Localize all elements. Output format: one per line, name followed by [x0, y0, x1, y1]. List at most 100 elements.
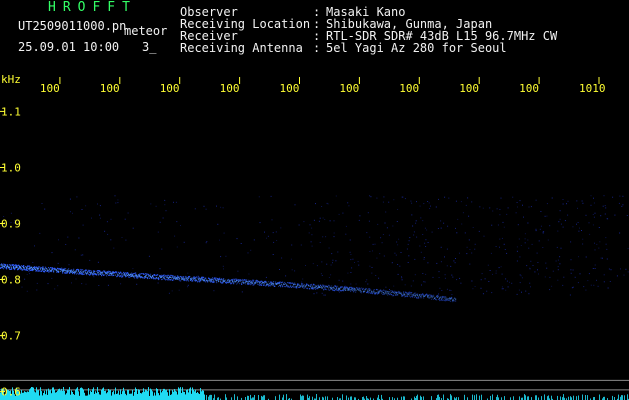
- noise-band-bar: [165, 390, 166, 400]
- echo-point: [239, 283, 241, 285]
- noise-speckle: [610, 269, 612, 271]
- noise-speckle: [600, 215, 602, 217]
- echo-point: [135, 272, 137, 274]
- noise-speckle: [427, 201, 429, 202]
- echo-point: [350, 290, 352, 292]
- noise-speckle: [454, 262, 456, 264]
- noise-band-bar: [519, 396, 520, 400]
- noise-band-bar: [157, 389, 158, 400]
- echo-point: [282, 286, 284, 288]
- noise-band-bar: [140, 393, 141, 400]
- noise-speckle: [517, 224, 519, 226]
- noise-speckle: [540, 211, 542, 212]
- noise-band-bar: [254, 395, 255, 400]
- echo-point: [404, 293, 406, 295]
- y-axis-label: kHz: [1, 73, 21, 86]
- noise-speckle: [530, 206, 532, 208]
- noise-speckle: [110, 239, 112, 241]
- noise-speckle: [414, 274, 416, 276]
- noise-band-bar: [89, 394, 90, 400]
- noise-speckle: [342, 280, 344, 282]
- noise-band-bar: [563, 394, 564, 400]
- noise-speckle: [58, 239, 59, 241]
- noise-speckle: [371, 267, 373, 268]
- echo-point: [366, 288, 368, 290]
- noise-band-bar: [81, 387, 82, 400]
- noise-band-bar: [46, 389, 47, 400]
- noise-speckle: [348, 205, 350, 207]
- noise-speckle: [446, 248, 448, 250]
- noise-band-bar: [47, 394, 48, 400]
- noise-band-bar: [535, 395, 536, 400]
- echo-point: [5, 264, 7, 266]
- noise-band-bar: [23, 392, 24, 400]
- noise-band-bar: [624, 395, 625, 400]
- noise-speckle: [97, 203, 98, 205]
- noise-band-bar: [179, 388, 180, 400]
- x-tick-label: 100: [339, 82, 359, 95]
- noise-band-bar: [28, 391, 29, 400]
- noise-band-bar: [189, 388, 190, 400]
- noise-speckle: [425, 239, 427, 241]
- noise-speckle: [588, 273, 590, 275]
- noise-speckle: [429, 208, 431, 209]
- noise-speckle: [570, 272, 572, 274]
- noise-band-bar: [152, 391, 153, 400]
- noise-speckle: [350, 259, 352, 261]
- noise-speckle: [507, 207, 509, 209]
- noise-speckle: [555, 260, 557, 262]
- echo-point: [216, 282, 218, 284]
- noise-speckle: [627, 248, 629, 249]
- noise-speckle: [85, 205, 87, 207]
- noise-speckle: [396, 221, 398, 222]
- noise-speckle: [459, 277, 461, 279]
- noise-band-bar: [136, 389, 137, 400]
- noise-speckle: [311, 227, 313, 229]
- noise-band-bar: [43, 393, 44, 400]
- noise-speckle: [479, 206, 481, 208]
- noise-band-bar: [125, 393, 126, 400]
- echo-point: [40, 268, 42, 270]
- noise-speckle: [350, 254, 352, 255]
- noise-speckle: [350, 272, 352, 273]
- x-tick-label: 100: [160, 82, 180, 95]
- echo-point: [175, 275, 177, 277]
- noise-speckle: [309, 224, 311, 226]
- noise-band-bar: [199, 394, 200, 400]
- noise-speckle: [578, 256, 579, 258]
- echo-point: [106, 275, 108, 277]
- noise-band-bar: [139, 390, 140, 400]
- noise-speckle: [155, 205, 157, 207]
- noise-speckle: [549, 225, 551, 227]
- noise-speckle: [456, 232, 458, 234]
- noise-band-bar: [416, 395, 417, 400]
- noise-speckle: [593, 284, 595, 286]
- noise-speckle: [337, 251, 339, 253]
- echo-point: [68, 268, 70, 270]
- echo-point: [180, 280, 182, 282]
- noise-band-bar: [127, 389, 128, 400]
- noise-speckle: [499, 246, 500, 248]
- echo-point: [336, 287, 338, 289]
- noise-speckle: [159, 221, 161, 223]
- noise-speckle: [520, 245, 522, 246]
- noise-speckle: [345, 233, 347, 235]
- noise-band-bar: [185, 394, 186, 400]
- noise-speckle: [291, 244, 293, 246]
- noise-speckle: [455, 200, 457, 202]
- noise-speckle: [369, 236, 371, 238]
- noise-band-bar: [26, 392, 27, 400]
- noise-speckle: [609, 281, 611, 282]
- noise-speckle: [605, 237, 607, 239]
- noise-band-bar: [247, 395, 248, 400]
- noise-speckle: [157, 231, 159, 233]
- noise-band-bar: [148, 387, 149, 400]
- noise-speckle: [524, 242, 526, 244]
- noise-speckle: [187, 286, 189, 288]
- noise-band-bar: [612, 395, 613, 400]
- echo-point: [345, 289, 347, 291]
- noise-speckle: [313, 293, 315, 295]
- noise-speckle: [472, 288, 474, 290]
- noise-band-bar: [172, 390, 173, 400]
- noise-speckle: [252, 284, 254, 286]
